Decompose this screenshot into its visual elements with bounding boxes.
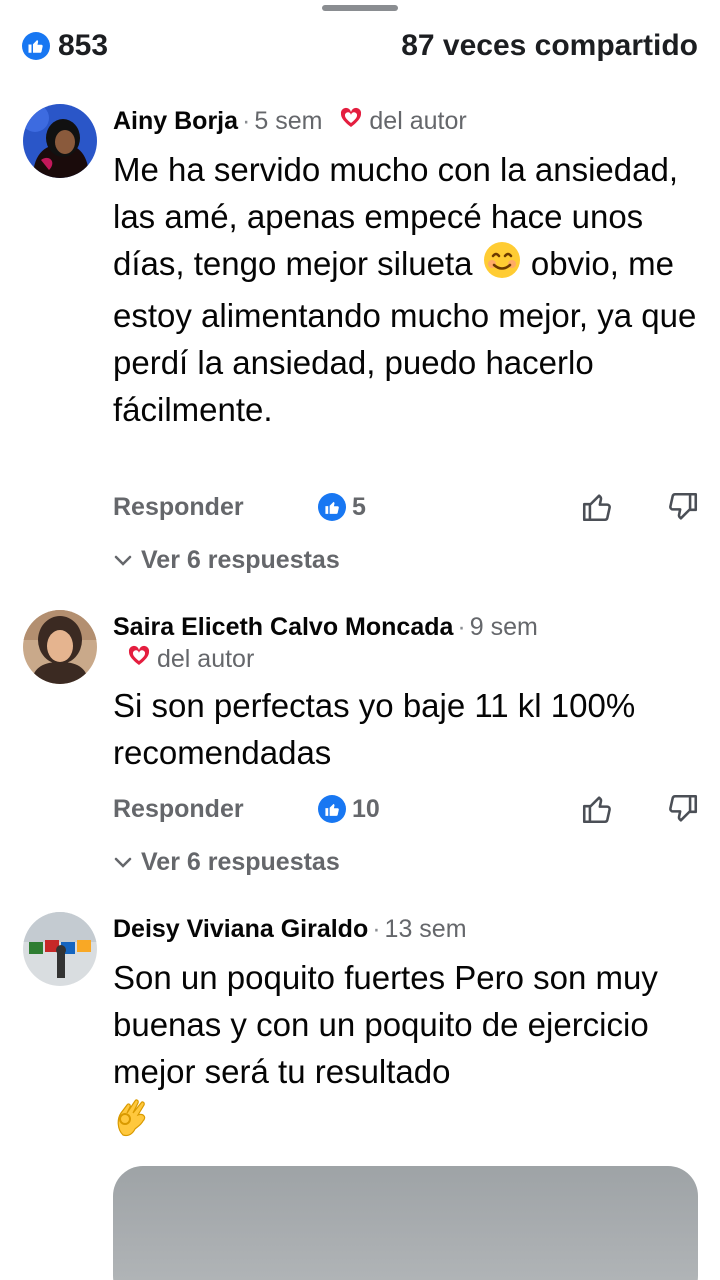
- comment-meta: Saira Eliceth Calvo Moncada · 9 sem: [113, 612, 698, 642]
- comment-meta: Deisy Viviana Giraldo · 13 sem: [113, 914, 698, 944]
- like-badge-icon: [318, 493, 346, 521]
- thumb-down-icon[interactable]: [666, 792, 700, 826]
- chevron-down-icon: [113, 848, 133, 877]
- comment-attached-image[interactable]: [113, 1166, 698, 1280]
- reaction-count: 5: [352, 492, 366, 521]
- reply-button[interactable]: Responder: [113, 493, 244, 522]
- like-badge-icon: [22, 32, 50, 60]
- thumb-up-icon[interactable]: [580, 792, 614, 826]
- sheet-drag-handle[interactable]: [322, 5, 398, 11]
- comment-author[interactable]: Ainy Borja: [113, 107, 238, 135]
- view-replies-label: Ver 6 respuestas: [141, 546, 340, 574]
- thumb-up-icon[interactable]: [580, 490, 614, 524]
- comment-text: Si son perfectas yo baje 11 kl 100% reco…: [113, 687, 636, 771]
- heart-icon: [339, 106, 363, 136]
- author-like-label: del autor: [157, 645, 255, 673]
- separator-dot: ·: [372, 915, 381, 943]
- comment-text: Son un poquito fuertes Pero son muy buen…: [113, 954, 698, 1151]
- comment-actions: Responder 5: [113, 487, 700, 527]
- comment-author[interactable]: Saira Eliceth Calvo Moncada: [113, 613, 453, 641]
- separator-dot: ·: [457, 613, 466, 641]
- comment-text-part: Son un poquito fuertes Pero son muy buen…: [113, 959, 658, 1090]
- shares-count[interactable]: 87 veces compartido: [401, 29, 698, 63]
- smiling-face-emoji: [482, 240, 522, 292]
- comment-text: Me ha servido mucho con la ansiedad, las…: [113, 146, 698, 433]
- author-like-label: del autor: [369, 107, 467, 135]
- thumb-down-icon[interactable]: [666, 490, 700, 524]
- reaction-count: 10: [352, 794, 380, 823]
- reaction-summary[interactable]: 5: [318, 493, 366, 522]
- reply-button[interactable]: Responder: [113, 795, 244, 824]
- avatar[interactable]: [23, 610, 97, 684]
- post-stats: 853 87 veces compartido: [22, 26, 698, 66]
- separator-dot: ·: [242, 107, 251, 135]
- ok-hand-emoji: [113, 1095, 153, 1151]
- reaction-summary[interactable]: 10: [318, 795, 380, 824]
- comment-author[interactable]: Deisy Viviana Giraldo: [113, 915, 368, 943]
- comment-actions: Responder 10: [113, 789, 700, 829]
- view-replies-label: Ver 6 respuestas: [141, 848, 340, 876]
- comment-time[interactable]: 13 sem: [385, 915, 467, 943]
- like-badge-icon: [318, 795, 346, 823]
- likes-count: 853: [58, 29, 109, 62]
- avatar[interactable]: [23, 104, 97, 178]
- view-replies-button[interactable]: Ver 6 respuestas: [113, 546, 340, 575]
- avatar[interactable]: [23, 912, 97, 986]
- author-like: del autor: [339, 106, 467, 136]
- likes-summary[interactable]: 853: [22, 29, 108, 63]
- comment-time[interactable]: 9 sem: [470, 613, 538, 641]
- author-like: del autor: [113, 644, 698, 674]
- comment-time[interactable]: 5 sem: [254, 107, 322, 135]
- comment-meta: Ainy Borja · 5 sem del autor: [113, 106, 698, 136]
- heart-icon: [127, 644, 151, 674]
- view-replies-button[interactable]: Ver 6 respuestas: [113, 848, 340, 877]
- chevron-down-icon: [113, 546, 133, 575]
